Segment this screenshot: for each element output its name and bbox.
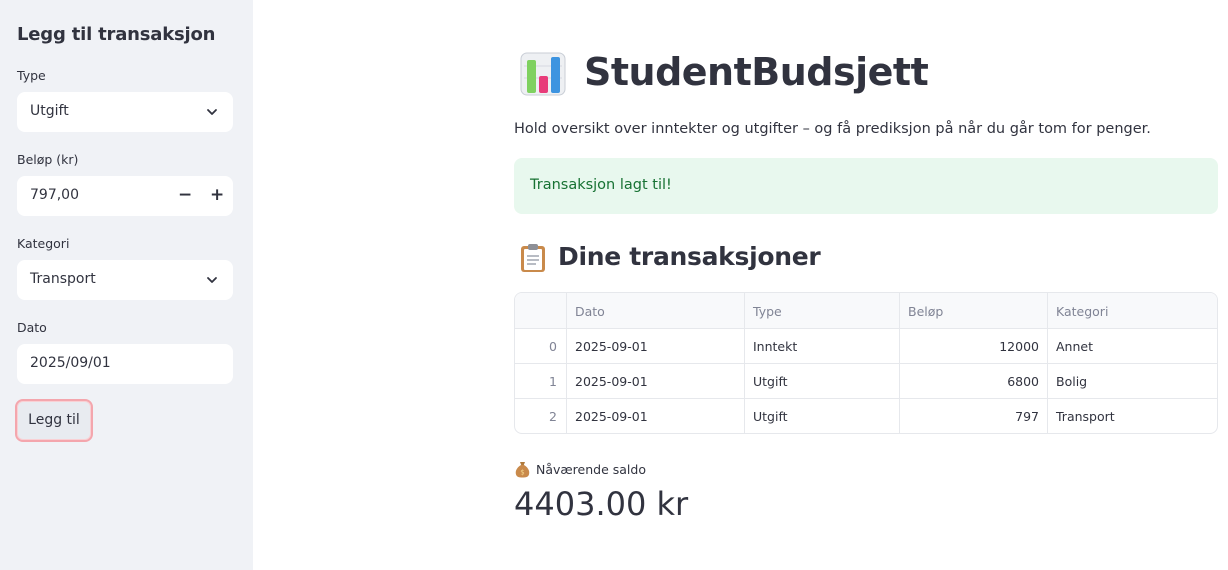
balance-label: Nåværende saldo: [536, 462, 646, 477]
increment-button[interactable]: +: [210, 186, 224, 204]
date-label: Dato: [17, 320, 47, 335]
main-content: StudentBudsjett Hold oversikt over innte…: [514, 0, 1218, 570]
page-subtitle: Hold oversikt over inntekter og utgifter…: [514, 121, 1151, 137]
cell-type[interactable]: Inntekt: [745, 329, 900, 363]
cell-dato[interactable]: 2025-09-01: [567, 329, 745, 363]
balance-value: 4403.00 kr: [514, 485, 689, 523]
amount-input[interactable]: 797,00 − +: [17, 176, 233, 216]
column-header-index: [515, 293, 567, 328]
amount-label: Beløp (kr): [17, 152, 79, 167]
cell-dato[interactable]: 2025-09-01: [567, 399, 745, 433]
decrement-button[interactable]: −: [178, 186, 192, 204]
type-label: Type: [17, 68, 46, 83]
bar-chart-icon: [520, 52, 566, 96]
row-index: 0: [515, 329, 567, 363]
svg-text:$: $: [520, 469, 524, 477]
table-row: 0 2025-09-01 Inntekt 12000 Annet: [515, 329, 1217, 364]
column-header-belop[interactable]: Beløp: [900, 293, 1048, 328]
row-index: 1: [515, 364, 567, 398]
category-label: Kategori: [17, 236, 70, 251]
cell-type[interactable]: Utgift: [745, 364, 900, 398]
type-select-value: Utgift: [30, 103, 69, 119]
clipboard-icon: [521, 244, 545, 272]
category-select-value: Transport: [30, 271, 96, 287]
column-header-dato[interactable]: Dato: [567, 293, 745, 328]
amount-input-value: 797,00: [30, 187, 79, 203]
success-message: Transaksjon lagt til!: [530, 177, 672, 193]
table-row: 1 2025-09-01 Utgift 6800 Bolig: [515, 364, 1217, 399]
add-button-label: Legg til: [28, 412, 80, 428]
table-row: 2 2025-09-01 Utgift 797 Transport: [515, 399, 1217, 433]
type-select[interactable]: Utgift: [17, 92, 233, 132]
page-title: StudentBudsjett: [584, 50, 929, 94]
cell-belop[interactable]: 797: [900, 399, 1048, 433]
date-input-value: 2025/09/01: [30, 355, 111, 371]
column-header-kategori[interactable]: Kategori: [1048, 293, 1217, 328]
success-alert: Transaksjon lagt til!: [514, 158, 1218, 214]
money-bag-icon: $: [515, 462, 530, 478]
transactions-table[interactable]: Dato Type Beløp Kategori 0 2025-09-01 In…: [514, 292, 1218, 434]
cell-kategori[interactable]: Bolig: [1048, 364, 1217, 398]
cell-belop[interactable]: 6800: [900, 364, 1048, 398]
table-header: Dato Type Beløp Kategori: [515, 293, 1217, 329]
section-title: Dine transaksjoner: [558, 242, 821, 271]
chevron-down-icon: [207, 109, 217, 115]
row-index: 2: [515, 399, 567, 433]
sidebar: Legg til transaksjon Type Utgift Beløp (…: [0, 0, 253, 570]
cell-belop[interactable]: 12000: [900, 329, 1048, 363]
cell-kategori[interactable]: Annet: [1048, 329, 1217, 363]
cell-type[interactable]: Utgift: [745, 399, 900, 433]
cell-kategori[interactable]: Transport: [1048, 399, 1217, 433]
category-select[interactable]: Transport: [17, 260, 233, 300]
cell-dato[interactable]: 2025-09-01: [567, 364, 745, 398]
date-input[interactable]: 2025/09/01: [17, 344, 233, 384]
add-button[interactable]: Legg til: [15, 399, 93, 442]
column-header-type[interactable]: Type: [745, 293, 900, 328]
chevron-down-icon: [207, 277, 217, 283]
sidebar-title: Legg til transaksjon: [17, 24, 216, 45]
